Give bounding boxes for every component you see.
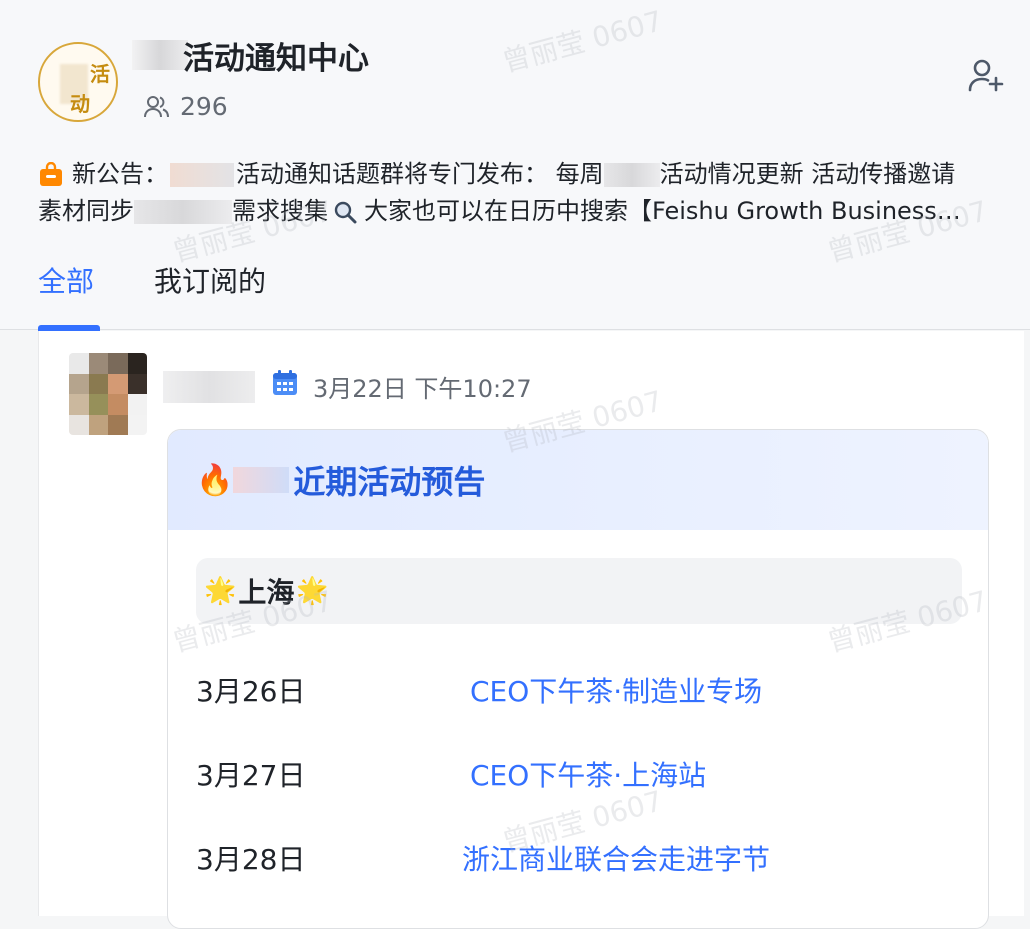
title-redaction — [132, 40, 188, 70]
announcement-text-2a: 素材同步 — [38, 197, 134, 225]
post-timestamp: 3月22日 下午10:27 — [313, 375, 532, 403]
event-date: 3月28日 — [196, 843, 306, 876]
member-count[interactable]: 296 — [144, 92, 228, 121]
event-date: 3月27日 — [196, 759, 306, 792]
group-avatar[interactable]: 活 动 — [38, 42, 118, 122]
group-title: 活动通知中心 — [183, 41, 369, 77]
avatar-char-2: 动 — [70, 92, 90, 116]
member-count-value: 296 — [180, 92, 228, 121]
list-item: 3月26日 CEO下午茶·制造业专场 — [196, 662, 962, 712]
notice-bag-icon — [40, 161, 62, 186]
event-link[interactable]: CEO下午茶·制造业专场 — [470, 670, 762, 710]
announcement-text-1a: 活动通知话题群将专门发布： 每周 — [236, 160, 604, 188]
announcement-redaction — [134, 199, 232, 224]
announcement[interactable]: 新公告： 活动通知话题群将专门发布： 每周 活动情况更新 活动传播邀请 素材同步… — [38, 156, 1018, 230]
announcement-text-1b: 活动情况更新 活动传播邀请 — [659, 160, 956, 188]
add-user-icon[interactable] — [966, 56, 1006, 96]
event-link[interactable]: 浙江商业联合会走进字节 — [462, 838, 770, 878]
members-icon — [144, 95, 169, 117]
event-link[interactable]: CEO下午茶·上海站 — [470, 754, 706, 794]
avatar[interactable] — [69, 353, 147, 435]
card-header: 🔥 近期活动预告 — [168, 430, 988, 530]
event-preview-card[interactable]: 🔥 近期活动预告 🌟 上海 🌟 3月26日 CEO下午茶·制造业专场 3月27日… — [167, 429, 989, 929]
search-icon — [334, 201, 357, 223]
announcement-prefix: 新公告： — [72, 160, 168, 188]
star-icon: 🌟 — [296, 576, 329, 606]
event-date: 3月26日 — [196, 675, 306, 708]
tab-all[interactable]: 全部 — [38, 260, 94, 300]
announcement-line-1: 新公告： 活动通知话题群将专门发布： 每周 活动情况更新 活动传播邀请 — [38, 156, 1018, 193]
card-title: 近期活动预告 — [293, 463, 486, 501]
city-section-header: 🌟 上海 🌟 — [196, 558, 962, 624]
group-header: 活 动 活动通知中心 296 新公告： 活动通知话题群将专门发布： 每周 活动情… — [0, 0, 1030, 331]
fire-icon: 🔥 — [196, 462, 234, 498]
announcement-line-2: 素材同步 需求搜集 大家也可以在日历中搜索【Feishu Growth Busi… — [38, 193, 1018, 230]
list-item: 3月28日 浙江商业联合会走进字节 — [196, 830, 962, 880]
tab-subscribed[interactable]: 我订阅的 — [154, 260, 266, 300]
card-title-redaction — [233, 467, 290, 493]
announcement-text-2b: 需求搜集 — [232, 197, 328, 225]
announcement-redaction — [603, 162, 660, 187]
list-item: 3月27日 CEO下午茶·上海站 — [196, 746, 962, 796]
star-icon: 🌟 — [204, 576, 237, 606]
announcement-redaction — [170, 162, 234, 187]
poster-name-redaction — [163, 371, 255, 403]
announcement-text-2c: 大家也可以在日历中搜索【Feishu Growth Business… — [364, 197, 961, 225]
calendar-icon — [273, 370, 297, 395]
topic-feed: 3月22日 下午10:27 🔥 近期活动预告 🌟 上海 🌟 3月26日 CEO下… — [38, 331, 1024, 929]
avatar-char-1: 活 — [90, 62, 110, 86]
tab-bar: 全部 我订阅的 — [0, 260, 1030, 331]
city-name: 上海 — [238, 576, 295, 609]
